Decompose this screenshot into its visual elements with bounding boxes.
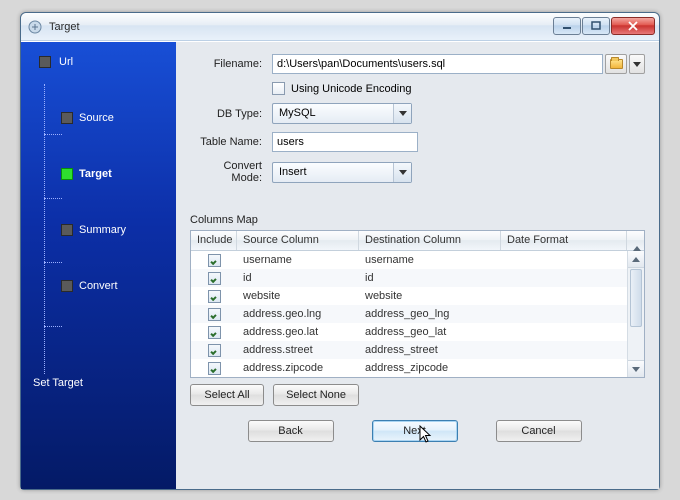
tablename-label: Table Name: <box>190 136 272 148</box>
table-row[interactable]: websitewebsite <box>191 287 644 305</box>
vertical-scrollbar[interactable] <box>627 251 644 377</box>
node-icon <box>61 168 73 180</box>
source-column-cell: address.geo.lng <box>237 308 359 320</box>
tablename-input[interactable] <box>272 132 418 152</box>
table-row[interactable]: address.geo.lngaddress_geo_lng <box>191 305 644 323</box>
header-dest[interactable]: Destination Column <box>359 231 501 250</box>
chevron-down-icon <box>633 62 641 67</box>
chevron-down-icon <box>632 367 640 372</box>
chevron-down-icon <box>393 163 411 182</box>
node-icon <box>61 112 73 124</box>
dest-column-cell: address_geo_lng <box>359 308 501 320</box>
chevron-down-icon <box>393 104 411 123</box>
source-column-cell: id <box>237 272 359 284</box>
sidebar-footer-label: Set Target <box>33 377 83 389</box>
header-dateformat[interactable]: Date Format <box>501 231 627 250</box>
dialog-window: Target Url Source Target <box>20 12 660 490</box>
include-checkbox[interactable] <box>208 290 221 303</box>
minimize-button[interactable] <box>553 17 581 35</box>
scroll-thumb[interactable] <box>630 269 642 327</box>
close-button[interactable] <box>611 17 655 35</box>
header-source[interactable]: Source Column <box>237 231 359 250</box>
next-button[interactable]: Next <box>372 420 458 442</box>
dest-column-cell: id <box>359 272 501 284</box>
source-column-cell: address.geo.lat <box>237 326 359 338</box>
app-icon <box>27 19 43 35</box>
columns-map-grid: Include Source Column Destination Column… <box>190 230 645 378</box>
sidebar-item-url[interactable]: Url <box>21 52 176 72</box>
include-checkbox[interactable] <box>208 308 221 321</box>
sidebar-item-label: Url <box>59 56 73 68</box>
convertmode-combo[interactable]: Insert <box>272 162 412 183</box>
maximize-button[interactable] <box>582 17 610 35</box>
sidebar-item-label: Summary <box>79 224 126 236</box>
filename-dropdown-button[interactable] <box>629 54 645 74</box>
browse-button[interactable] <box>605 54 627 74</box>
grid-header: Include Source Column Destination Column… <box>191 231 644 251</box>
dbtype-value: MySQL <box>273 104 393 123</box>
wizard-sidebar: Url Source Target Summary Convert Set Ta… <box>21 42 176 489</box>
sidebar-item-label: Convert <box>79 280 118 292</box>
header-scroll-spacer <box>627 231 644 250</box>
dest-column-cell: address_geo_lat <box>359 326 501 338</box>
node-icon <box>61 280 73 292</box>
table-row[interactable]: idid <box>191 269 644 287</box>
table-row[interactable]: address.streetaddress_street <box>191 341 644 359</box>
dest-column-cell: address_zipcode <box>359 362 501 374</box>
convertmode-label: Convert Mode: <box>190 160 272 184</box>
select-all-button[interactable]: Select All <box>190 384 264 406</box>
convertmode-value: Insert <box>273 163 393 182</box>
select-none-button[interactable]: Select None <box>273 384 359 406</box>
sidebar-item-summary[interactable]: Summary <box>21 220 176 240</box>
dbtype-combo[interactable]: MySQL <box>272 103 412 124</box>
cancel-button[interactable]: Cancel <box>496 420 582 442</box>
wizard-footer: Back Next Cancel <box>190 420 645 442</box>
chevron-up-icon <box>632 257 640 262</box>
dbtype-label: DB Type: <box>190 108 272 120</box>
sidebar-item-source[interactable]: Source <box>21 108 176 128</box>
titlebar[interactable]: Target <box>21 13 659 41</box>
window-title: Target <box>49 21 80 33</box>
unicode-label: Using Unicode Encoding <box>291 83 411 95</box>
include-checkbox[interactable] <box>208 272 221 285</box>
dest-column-cell: address_street <box>359 344 501 356</box>
dest-column-cell: username <box>359 254 501 266</box>
source-column-cell: address.zipcode <box>237 362 359 374</box>
table-row[interactable]: address.zipcodeaddress_zipcode <box>191 359 644 377</box>
include-checkbox[interactable] <box>208 254 221 267</box>
next-button-label: Next <box>403 425 426 437</box>
dest-column-cell: website <box>359 290 501 302</box>
table-row[interactable]: usernameusername <box>191 251 644 269</box>
include-checkbox[interactable] <box>208 362 221 375</box>
node-icon <box>39 56 51 68</box>
table-row[interactable]: address.geo.lataddress_geo_lat <box>191 323 644 341</box>
scroll-track[interactable] <box>628 328 644 360</box>
folder-icon <box>610 59 623 69</box>
filename-label: Filename: <box>190 58 272 70</box>
filename-input[interactable] <box>272 54 603 74</box>
client-area: Url Source Target Summary Convert Set Ta… <box>21 41 659 489</box>
columns-map-label: Columns Map <box>190 214 645 226</box>
grid-body: usernameusernameididwebsitewebsiteaddres… <box>191 251 644 377</box>
unicode-checkbox[interactable] <box>272 82 285 95</box>
header-include[interactable]: Include <box>191 231 237 250</box>
include-checkbox[interactable] <box>208 344 221 357</box>
back-button[interactable]: Back <box>248 420 334 442</box>
sidebar-item-convert[interactable]: Convert <box>21 276 176 296</box>
content-panel: Filename: Using Unicode Encoding DB Type… <box>176 42 659 489</box>
node-icon <box>61 224 73 236</box>
include-checkbox[interactable] <box>208 326 221 339</box>
scroll-down-button[interactable] <box>628 360 644 377</box>
source-column-cell: username <box>237 254 359 266</box>
source-column-cell: address.street <box>237 344 359 356</box>
source-column-cell: website <box>237 290 359 302</box>
scroll-up-button[interactable] <box>628 251 644 268</box>
sidebar-item-label: Target <box>79 168 112 180</box>
sidebar-item-target[interactable]: Target <box>21 164 176 184</box>
sidebar-item-label: Source <box>79 112 114 124</box>
